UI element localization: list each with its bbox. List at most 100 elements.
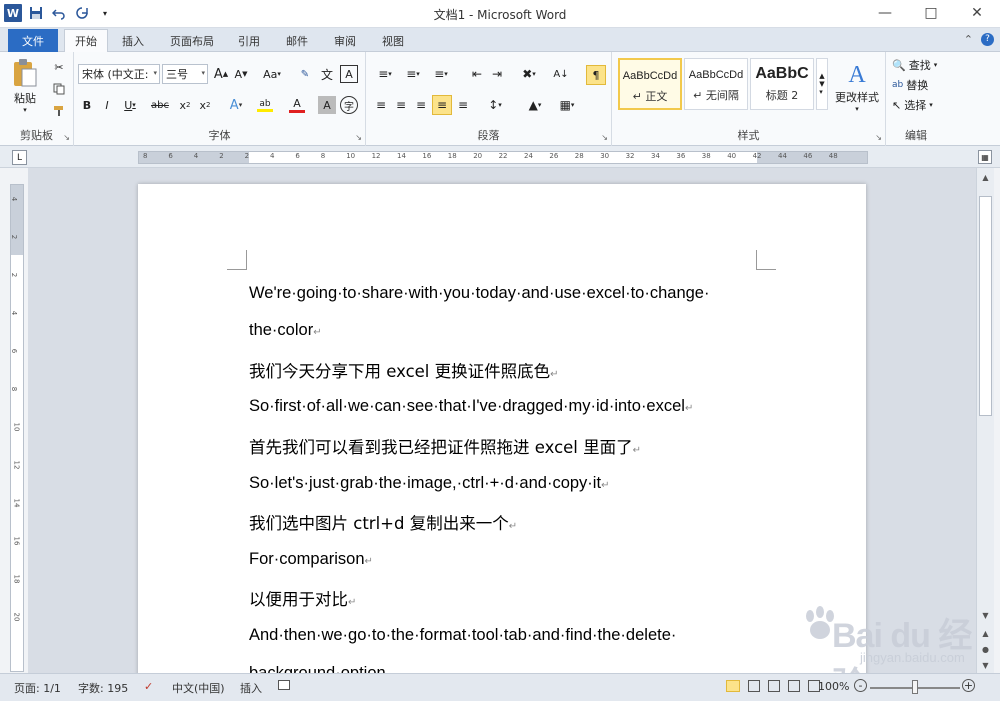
- doc-line-6[interactable]: So·let's·just·grab·the·image,·ctrl·+·d·a…: [249, 474, 609, 493]
- next-page-icon[interactable]: ▼: [979, 658, 992, 672]
- macro-record-icon[interactable]: [278, 680, 290, 690]
- align-right-icon[interactable]: ≡: [412, 96, 430, 114]
- status-word-count[interactable]: 字数: 195: [78, 680, 128, 696]
- distribute-icon[interactable]: ≡: [454, 96, 472, 114]
- font-size-combo[interactable]: 三号 ▾: [162, 64, 208, 84]
- outline-view-icon[interactable]: [788, 680, 800, 692]
- doc-line-9[interactable]: 以便用于对比↵: [249, 586, 356, 610]
- bullets-icon[interactable]: ≡ ▾: [372, 65, 398, 83]
- borders-icon[interactable]: ▦ ▾: [554, 96, 580, 114]
- text-effects-icon[interactable]: A ▾: [224, 96, 248, 114]
- vertical-ruler[interactable]: 4 2 2 4 6 8 10 12 14 16 18 20: [10, 184, 24, 672]
- style-normal[interactable]: AaBbCcDd ↵ 正文: [618, 58, 682, 110]
- phonetic-guide-icon[interactable]: 文: [318, 65, 336, 83]
- paste-button[interactable]: 粘贴 ▾: [8, 56, 42, 116]
- browse-object-icon[interactable]: ●: [979, 642, 992, 656]
- tab-home[interactable]: 开始: [64, 29, 108, 52]
- status-language[interactable]: 中文(中国): [172, 680, 225, 696]
- doc-line-11[interactable]: background·option: [249, 664, 386, 673]
- horizontal-ruler[interactable]: 8 6 4 2 2 4 6 8 10 12 14 16 18 20 22 24 26 28 30 32 34 36 38 40…: [138, 151, 868, 164]
- web-layout-view-icon[interactable]: [768, 680, 780, 692]
- doc-line-3[interactable]: 我们今天分享下用 excel 更换证件照底色↵: [249, 358, 559, 382]
- font-launcher-icon[interactable]: ↘: [355, 133, 362, 142]
- line-spacing-icon[interactable]: ↕ ▾: [482, 96, 508, 114]
- help-icon[interactable]: ?: [981, 33, 994, 46]
- shrink-font-icon[interactable]: A ▼: [232, 65, 250, 83]
- copy-icon[interactable]: [50, 80, 68, 98]
- select-button[interactable]: ↖ 选择 ▾: [892, 96, 946, 114]
- status-insert-mode[interactable]: 插入: [240, 680, 262, 696]
- ruler-toggle-icon[interactable]: ▦: [978, 150, 992, 164]
- style-no-spacing[interactable]: AaBbCcDd ↵ 无间隔: [684, 58, 748, 110]
- cut-icon[interactable]: ✂: [50, 58, 68, 76]
- scroll-down-icon[interactable]: ▼: [979, 608, 992, 622]
- close-button[interactable]: ✕: [954, 0, 1000, 26]
- styles-scroll[interactable]: ▲ ▼ ▾: [816, 58, 828, 110]
- italic-button[interactable]: I: [98, 96, 116, 114]
- zoom-in-button[interactable]: +: [962, 679, 975, 692]
- strikethrough-button[interactable]: abc: [148, 96, 172, 114]
- char-shading-icon[interactable]: A: [318, 96, 336, 114]
- shading-icon[interactable]: ▲ ▾: [522, 96, 548, 114]
- doc-line-2[interactable]: the·color↵: [249, 321, 322, 340]
- full-screen-view-icon[interactable]: [748, 680, 760, 692]
- style-heading-2[interactable]: AaBbC 标题 2: [750, 58, 814, 110]
- tab-view[interactable]: 视图: [372, 30, 414, 52]
- char-border-icon[interactable]: A: [340, 65, 358, 83]
- status-zoom-level[interactable]: 100%: [818, 680, 849, 693]
- underline-button[interactable]: U ▾: [118, 96, 142, 114]
- tab-page-layout[interactable]: 页面布局: [160, 30, 224, 52]
- zoom-out-button[interactable]: -: [854, 679, 867, 692]
- justify-icon[interactable]: ≡: [432, 95, 452, 115]
- scroll-thumb[interactable]: [979, 196, 992, 416]
- superscript-button[interactable]: x2: [196, 96, 214, 114]
- tab-review[interactable]: 审阅: [324, 30, 366, 52]
- prev-page-icon[interactable]: ▲: [979, 626, 992, 640]
- change-styles-button[interactable]: A 更改样式 ▾: [832, 56, 882, 118]
- doc-line-7[interactable]: 我们选中图片 ctrl+d 复制出来一个↵: [249, 510, 517, 534]
- subscript-button[interactable]: x2: [176, 96, 194, 114]
- chinese-layout-icon[interactable]: ✖ ▾: [516, 65, 542, 83]
- font-family-combo[interactable]: 宋体 (中文正: ▾: [78, 64, 160, 84]
- doc-line-4[interactable]: So·first·of·all·we·can·see·that·I've·dra…: [249, 397, 693, 416]
- highlight-icon[interactable]: ab: [252, 96, 278, 114]
- multilevel-list-icon[interactable]: ≡ ▾: [428, 65, 454, 83]
- doc-line-5[interactable]: 首先我们可以看到我已经把证件照拖进 excel 里面了↵: [249, 434, 641, 458]
- status-page[interactable]: 页面: 1/1: [14, 680, 61, 696]
- print-layout-view-icon[interactable]: [726, 680, 740, 692]
- enclose-char-icon[interactable]: 字: [340, 96, 358, 114]
- paragraph-launcher-icon[interactable]: ↘: [601, 133, 608, 142]
- format-painter-icon[interactable]: [50, 102, 68, 120]
- clear-format-icon[interactable]: ✎: [296, 65, 314, 83]
- numbering-icon[interactable]: ≡ ▾: [400, 65, 426, 83]
- change-case-icon[interactable]: Aa ▾: [260, 65, 284, 83]
- ribbon-collapse-icon[interactable]: ⌃: [964, 33, 973, 46]
- sort-icon[interactable]: A↓: [552, 65, 570, 83]
- doc-line-1[interactable]: We're·going·to·share·with·you·today·and·…: [249, 284, 709, 303]
- zoom-slider-thumb[interactable]: [912, 680, 918, 694]
- decrease-indent-icon[interactable]: ⇤: [468, 65, 486, 83]
- bold-button[interactable]: B: [78, 96, 96, 114]
- doc-line-8[interactable]: For·comparison↵: [249, 550, 373, 569]
- tab-insert[interactable]: 插入: [112, 30, 154, 52]
- grow-font-icon[interactable]: A ▲: [212, 65, 230, 83]
- tab-file[interactable]: 文件: [8, 29, 58, 52]
- align-left-icon[interactable]: ≡: [372, 96, 390, 114]
- doc-line-10[interactable]: And·then·we·go·to·the·format·tool·tab·an…: [249, 626, 676, 645]
- tab-mailings[interactable]: 邮件: [276, 30, 318, 52]
- find-button[interactable]: 🔍 查找 ▾: [892, 56, 946, 74]
- increase-indent-icon[interactable]: ⇥: [488, 65, 506, 83]
- font-color-icon[interactable]: A: [284, 96, 310, 114]
- align-center-icon[interactable]: ≡: [392, 96, 410, 114]
- show-marks-icon[interactable]: ¶: [586, 65, 606, 85]
- clipboard-launcher-icon[interactable]: ↘: [63, 133, 70, 142]
- minimize-button[interactable]: —: [862, 0, 908, 26]
- tab-selector-button[interactable]: L: [12, 150, 27, 165]
- scroll-up-icon[interactable]: ▲: [979, 170, 992, 184]
- maximize-button[interactable]: □: [908, 0, 954, 26]
- replace-button[interactable]: ab 替换: [892, 76, 946, 94]
- document-page[interactable]: We're·going·to·share·with·you·today·and·…: [138, 184, 866, 673]
- tab-references[interactable]: 引用: [228, 30, 270, 52]
- styles-launcher-icon[interactable]: ↘: [875, 133, 882, 142]
- proofing-icon[interactable]: ✓: [144, 680, 153, 693]
